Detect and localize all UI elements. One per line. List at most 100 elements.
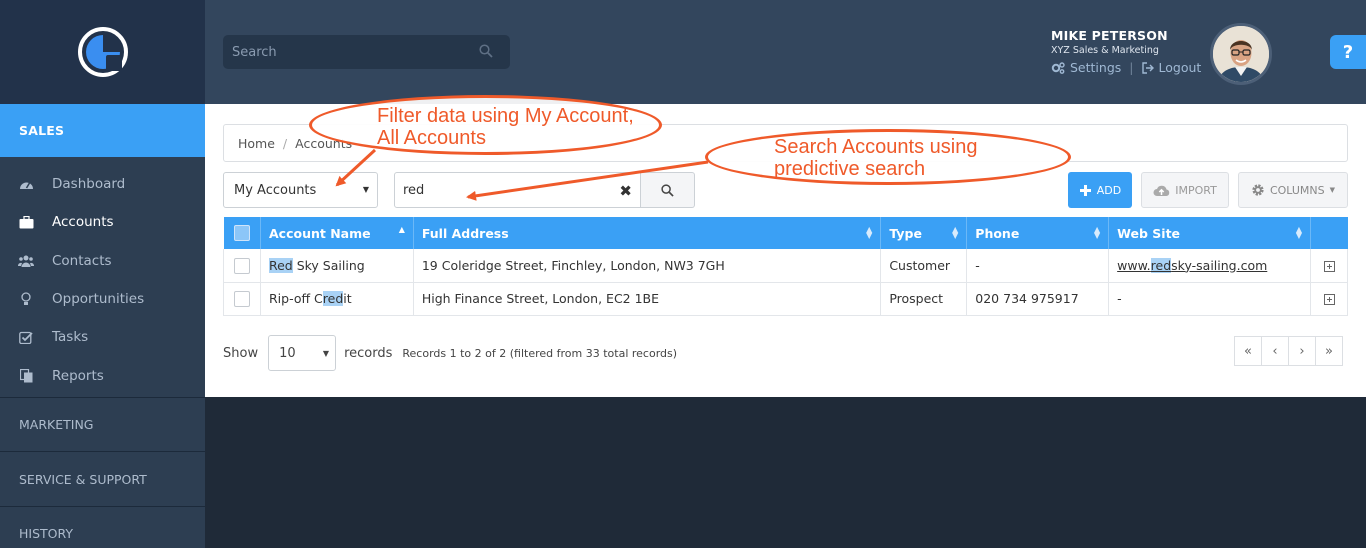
lightbulb-icon	[18, 291, 34, 307]
sidebar-item-reports[interactable]: Reports	[0, 356, 205, 394]
row-checkbox[interactable]	[234, 290, 250, 307]
sidebar-section-sales[interactable]: SALES	[0, 104, 205, 157]
expand-cell	[1310, 282, 1348, 316]
select-all-header[interactable]	[223, 217, 261, 249]
records-info: Records 1 to 2 of 2 (filtered from 33 to…	[402, 346, 678, 360]
prev-page-button[interactable]: ‹	[1261, 336, 1289, 366]
column-header-expand	[1310, 217, 1348, 249]
sidebar-item-contacts[interactable]: Contacts	[0, 242, 205, 280]
logout-link[interactable]: Logout	[1159, 60, 1202, 75]
filter-annotation-callout: Filter data using My Account, All Accoun…	[309, 95, 662, 155]
account-name-text: Sky Sailing	[292, 257, 365, 273]
check-square-icon	[18, 329, 34, 345]
caret-down-icon: ▼	[1329, 186, 1336, 194]
column-header-type[interactable]: Type ▲ ▼	[880, 217, 968, 249]
website-cell: -	[1108, 282, 1311, 316]
gears-icon	[1051, 61, 1065, 74]
sidebar-item-dashboard[interactable]: Dashboard	[0, 165, 205, 203]
account-name-cell[interactable]: Rip-off Credit	[260, 282, 414, 316]
accounts-filter-select[interactable]: My Accounts ▼	[223, 172, 378, 208]
breadcrumb-home[interactable]: Home	[238, 136, 275, 151]
sort-asc-icon: ▲	[398, 225, 405, 234]
address-cell: High Finance Street, London, EC2 1BE	[413, 282, 882, 316]
sort-icon: ▲ ▼	[866, 225, 873, 240]
page-size-select[interactable]: 10 ▼	[268, 335, 337, 371]
filter-selected-value: My Accounts	[234, 182, 317, 198]
account-name-text: it	[343, 291, 352, 306]
table-row[interactable]: Red Sky Sailing 19 Coleridge Street, Fin…	[223, 249, 1348, 283]
import-button[interactable]: IMPORT	[1141, 172, 1229, 208]
search-highlight: red	[322, 291, 344, 306]
import-label: IMPORT	[1175, 183, 1217, 197]
row-select-cell	[223, 249, 261, 283]
global-search-input[interactable]: Search	[223, 35, 510, 69]
account-name-text: Rip-off C	[268, 291, 323, 306]
website-text: sky-sailing.com	[1171, 257, 1268, 273]
sidebar: SALES Dashboard Accounts Contacts Opport…	[0, 0, 205, 548]
user-links: Settings | Logout	[1051, 60, 1201, 75]
app-logo-icon[interactable]	[77, 26, 129, 78]
account-name-cell[interactable]: Red Sky Sailing	[260, 249, 414, 283]
first-page-button[interactable]: «	[1234, 336, 1262, 366]
table-header-row: Account Name ▲ Full Address ▲ ▼ Type ▲ ▼ Phon…	[223, 217, 1348, 249]
search-highlight: red	[1150, 257, 1172, 273]
column-label: Web Site	[1117, 225, 1181, 241]
dashboard-icon	[18, 176, 34, 192]
user-info: MIKE PETERSON XYZ Sales & Marketing Sett…	[1051, 28, 1201, 75]
search-icon[interactable]	[479, 44, 493, 58]
sidebar-item-accounts[interactable]: Accounts	[0, 203, 205, 241]
search-placeholder: Search	[232, 44, 277, 60]
settings-link[interactable]: Settings	[1070, 60, 1121, 75]
column-header-phone[interactable]: Phone ▲ ▼	[966, 217, 1110, 249]
phone-cell: -	[966, 249, 1110, 283]
table-row[interactable]: Rip-off Credit High Finance Street, Lond…	[223, 282, 1348, 316]
sidebar-section-history[interactable]: HISTORY	[0, 505, 205, 548]
select-all-checkbox[interactable]	[233, 225, 250, 242]
gear-icon	[1252, 184, 1264, 196]
show-label: Show	[223, 345, 259, 361]
caret-down-icon: ▼	[362, 185, 369, 194]
clear-icon[interactable]: ✖	[619, 182, 632, 200]
expand-plus-icon[interactable]	[1323, 294, 1335, 305]
columns-button[interactable]: COLUMNS ▼	[1238, 172, 1348, 208]
help-button[interactable]: ?	[1330, 35, 1366, 69]
avatar[interactable]	[1210, 23, 1272, 85]
column-header-web-site[interactable]: Web Site ▲ ▼	[1108, 217, 1311, 249]
logo-area	[0, 0, 205, 104]
search-highlight: Red	[268, 257, 293, 273]
sort-icon: ▲ ▼	[1094, 225, 1101, 240]
website-link[interactable]: www.redsky-sailing.com	[1117, 257, 1268, 273]
user-name: MIKE PETERSON	[1051, 28, 1168, 43]
sidebar-section-service-support[interactable]: SERVICE & SUPPORT	[0, 451, 205, 506]
column-label: Account Name	[268, 225, 371, 241]
website-cell: www.redsky-sailing.com	[1108, 249, 1311, 283]
expand-cell	[1310, 249, 1348, 283]
column-header-full-address[interactable]: Full Address ▲ ▼	[413, 217, 882, 249]
column-label: Full Address	[421, 225, 509, 241]
sidebar-item-opportunities[interactable]: Opportunities	[0, 280, 205, 318]
next-page-button[interactable]: ›	[1288, 336, 1316, 366]
sidebar-item-label: Contacts	[52, 252, 112, 269]
sidebar-item-label: Reports	[52, 367, 104, 384]
pagination: « ‹ › »	[1234, 336, 1343, 366]
last-page-button[interactable]: »	[1315, 336, 1343, 366]
search-value: red	[403, 182, 425, 198]
accounts-search-input[interactable]: red ✖	[394, 172, 641, 208]
column-label: Type	[889, 225, 922, 241]
address-cell: 19 Coleridge Street, Finchley, London, N…	[413, 249, 882, 283]
page-size-value: 10	[279, 345, 296, 361]
add-button[interactable]: ADD	[1068, 172, 1132, 208]
sort-icon: ▲ ▼	[952, 225, 959, 240]
sidebar-item-label: Dashboard	[52, 176, 126, 193]
row-select-cell	[223, 282, 261, 316]
sidebar-item-tasks[interactable]: Tasks	[0, 318, 205, 356]
sidebar-item-label: Accounts	[52, 214, 114, 231]
column-header-account-name[interactable]: Account Name ▲	[260, 217, 414, 249]
sidebar-section-marketing[interactable]: MARKETING	[0, 396, 205, 452]
users-icon	[18, 253, 34, 269]
expand-plus-icon[interactable]	[1323, 260, 1335, 272]
search-icon	[661, 183, 674, 197]
row-checkbox[interactable]	[234, 257, 250, 274]
sidebar-nav: Dashboard Accounts Contacts Opportunitie…	[0, 157, 205, 395]
accounts-search-button[interactable]	[641, 172, 695, 208]
